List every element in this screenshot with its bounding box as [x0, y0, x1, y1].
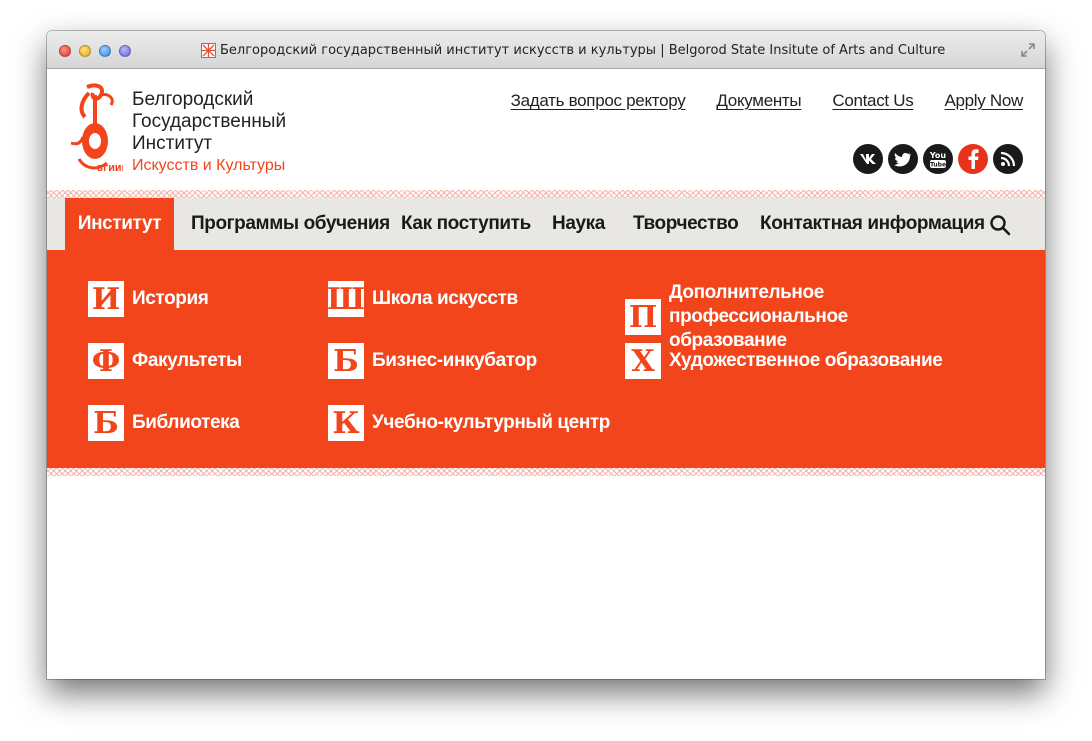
menu-item-art-school[interactable]: Ш Школа искусств	[326, 281, 518, 317]
logo-icon[interactable]: БГИИК	[67, 83, 123, 175]
menu-item-label: Школа искусств	[372, 288, 518, 309]
business-incubator-letter-icon: Б	[328, 343, 364, 379]
fullscreen-icon[interactable]	[1021, 43, 1035, 57]
menu-item-label: Художественное образование	[669, 350, 943, 371]
title-bar: Белгородский государственный институт ис…	[47, 31, 1045, 69]
professional-education-letter-icon: П	[625, 299, 661, 335]
nav-item-admission[interactable]: Как поступить	[401, 198, 531, 250]
library-letter-icon: Б	[88, 405, 124, 441]
window-title: Белгородский государственный институт ис…	[220, 42, 946, 58]
menu-item-faculties[interactable]: Ф Факультеты	[88, 343, 242, 379]
brand-name[interactable]: Белгородский Государственный Институт Ис…	[132, 89, 286, 177]
brand-line-3: Институт	[132, 133, 213, 154]
rss-icon[interactable]	[993, 144, 1023, 174]
zoom-window-button[interactable]	[99, 45, 111, 57]
facebook-icon[interactable]	[958, 144, 988, 174]
apply-now-link[interactable]: Apply Now	[944, 91, 1023, 111]
ornament-divider	[47, 468, 1045, 476]
brand-line-1: Белгородский	[132, 89, 254, 110]
menu-item-art-education[interactable]: Х Художественное образование	[625, 343, 943, 379]
search-icon[interactable]	[989, 214, 1011, 236]
menu-item-label: История	[132, 288, 209, 309]
brand-line-4: Искусств и Культуры	[132, 157, 286, 174]
favicon-icon	[201, 42, 216, 58]
faculties-letter-icon: Ф	[88, 343, 124, 379]
history-letter-icon: И	[88, 281, 124, 317]
menu-item-label: Библиотека	[132, 412, 240, 433]
contact-us-link[interactable]: Contact Us	[832, 91, 913, 111]
menu-item-label: Бизнес-инкубатор	[372, 350, 537, 371]
browser-window: Белгородский государственный институт ис…	[47, 31, 1045, 679]
menu-item-business-incubator[interactable]: Б Бизнес-инкубатор	[328, 343, 537, 379]
extra-window-button[interactable]	[119, 45, 131, 57]
menu-item-library[interactable]: Б Библиотека	[88, 405, 240, 441]
cultural-center-letter-icon: К	[328, 405, 364, 441]
vk-icon[interactable]	[853, 144, 883, 174]
twitter-icon[interactable]	[888, 144, 918, 174]
svg-text:Tube: Tube	[930, 162, 946, 169]
close-window-button[interactable]	[59, 45, 71, 57]
minimize-window-button[interactable]	[79, 45, 91, 57]
nav-item-programs[interactable]: Программы обучения	[191, 198, 390, 250]
nav-item-contacts[interactable]: Контактная информация	[760, 198, 985, 250]
svg-text:You: You	[929, 151, 947, 160]
top-links: Задать вопрос ректору Документы Contact …	[511, 91, 1024, 111]
ornament-divider	[47, 190, 1045, 198]
nav-item-science[interactable]: Наука	[552, 198, 605, 250]
window-title-group: Белгородский государственный институт ис…	[201, 42, 945, 58]
documents-link[interactable]: Документы	[716, 91, 801, 111]
art-education-letter-icon: Х	[625, 343, 661, 379]
youtube-icon[interactable]: You Tube	[923, 144, 953, 174]
art-school-letter-icon: Ш	[326, 281, 366, 317]
nav-item-institute[interactable]: Институт	[65, 198, 174, 250]
menu-item-label: Факультеты	[132, 350, 242, 371]
menu-item-label: Учебно-культурный центр	[372, 412, 611, 433]
ask-rector-link[interactable]: Задать вопрос ректору	[511, 91, 686, 111]
logo-caption: БГИИК	[97, 164, 123, 173]
menu-item-history[interactable]: И История	[88, 281, 209, 317]
institute-dropdown: И История Ф Факультеты Б Библиотека Ш Шк…	[47, 250, 1045, 468]
social-links: You Tube	[853, 144, 1023, 174]
main-nav: Институт Программы обучения Как поступит…	[47, 198, 1045, 250]
brand-line-2: Государственный	[132, 111, 287, 132]
menu-item-cultural-center[interactable]: К Учебно-культурный центр	[328, 405, 610, 441]
nav-item-creativity[interactable]: Творчество	[633, 198, 739, 250]
